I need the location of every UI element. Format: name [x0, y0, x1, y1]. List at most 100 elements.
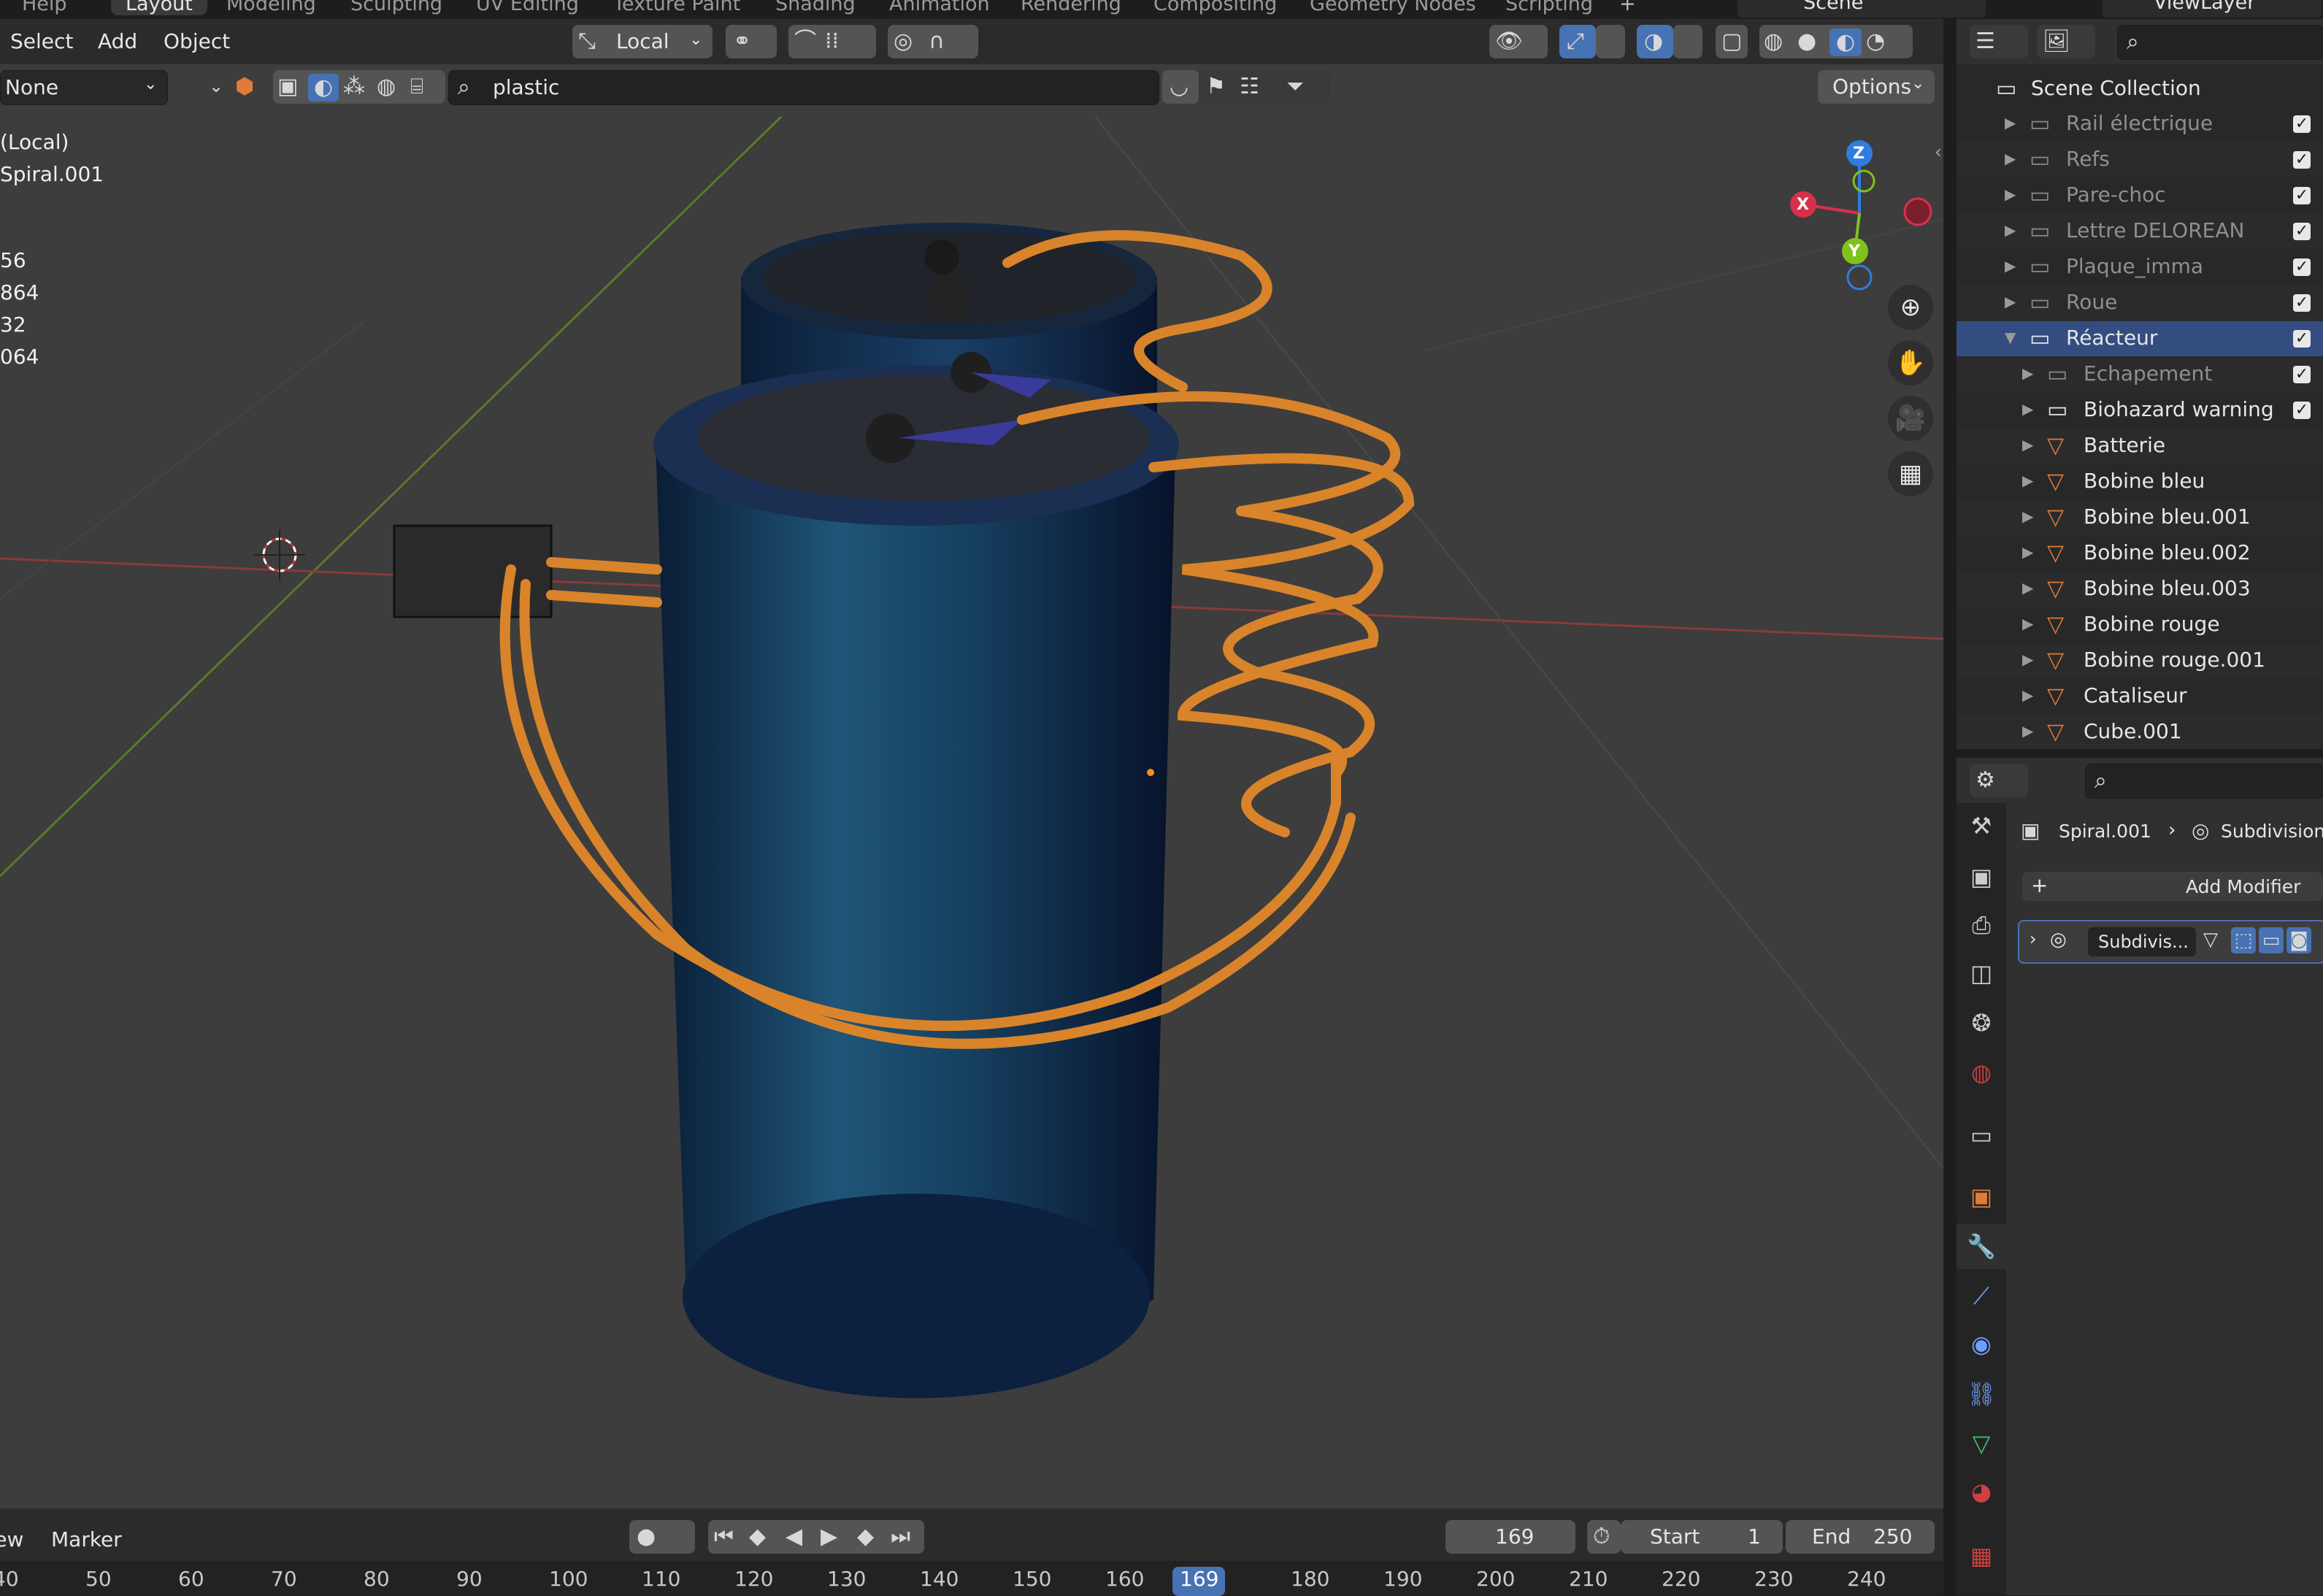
- tab-animation[interactable]: Animation: [889, 0, 990, 15]
- pan-hand-icon[interactable]: ✋: [1888, 340, 1933, 385]
- end-frame-field[interactable]: End 250: [1786, 1520, 1935, 1554]
- expand-right-icon[interactable]: ▶: [2022, 400, 2033, 418]
- overlays-dropdown[interactable]: [1673, 25, 1702, 58]
- expand-right-icon[interactable]: ▶: [2022, 651, 2033, 668]
- visibility-dropdown[interactable]: 👁: [1489, 25, 1548, 58]
- expand-right-icon[interactable]: ▶: [2005, 185, 2016, 203]
- constraints-tab-icon[interactable]: ⛓: [1957, 1371, 2006, 1416]
- material-preview-icon[interactable]: ◐: [1829, 28, 1862, 56]
- outliner-row[interactable]: ▶ ▭ Biohazard warning ✓: [1957, 393, 2323, 428]
- start-frame-field[interactable]: Start 1: [1621, 1520, 1783, 1554]
- jump-start-icon[interactable]: ⏮: [714, 1526, 734, 1548]
- outliner-row[interactable]: ▶ ▽ Batterie: [1957, 429, 2323, 464]
- outliner-row[interactable]: ▶ ▽ Bobine bleu.002: [1957, 536, 2323, 571]
- render-camera-icon[interactable]: ◙: [2286, 927, 2311, 954]
- expand-right-icon[interactable]: ▶: [2022, 579, 2033, 596]
- tab-texture-paint[interactable]: Texture Paint: [613, 0, 740, 15]
- auto-key-dropdown[interactable]: ●: [629, 1520, 695, 1554]
- expand-right-icon[interactable]: ▶: [2022, 615, 2033, 632]
- expand-right-icon[interactable]: ▶: [2005, 257, 2016, 275]
- data-tab-icon[interactable]: ▽: [1957, 1421, 2006, 1466]
- object-tab-icon[interactable]: ▣: [1957, 1174, 2006, 1219]
- wireframe-shading-icon[interactable]: ◍: [1764, 31, 1783, 53]
- particles-icon[interactable]: ⁂: [343, 76, 365, 98]
- cage-icon[interactable]: ▽: [2203, 930, 2218, 949]
- visibility-checkbox[interactable]: ✓: [2293, 115, 2311, 133]
- add-modifier-button[interactable]: + Add Modifier: [2022, 872, 2323, 901]
- filter-search-field[interactable]: ⌕ plastic: [448, 70, 1159, 105]
- chevron-right-icon[interactable]: ›: [2030, 929, 2037, 949]
- properties-search[interactable]: ⌕: [2085, 764, 2323, 799]
- gizmo-dropdown[interactable]: [1596, 25, 1625, 58]
- visibility-checkbox[interactable]: ✓: [2293, 187, 2311, 204]
- outliner-row[interactable]: ▶ ▽ Cataliseur: [1957, 679, 2323, 714]
- visibility-checkbox[interactable]: ✓: [2293, 402, 2311, 419]
- expand-right-icon[interactable]: ▶: [2005, 293, 2016, 310]
- camera-icon[interactable]: 🎥: [1888, 396, 1933, 441]
- rendered-shading-icon[interactable]: ◔: [1866, 31, 1885, 53]
- expand-right-icon[interactable]: ▶: [2005, 150, 2016, 167]
- editmode-icon[interactable]: ⬚: [2231, 927, 2256, 954]
- gizmo-toggle[interactable]: ⤢: [1559, 25, 1596, 58]
- outliner-row[interactable]: ▶ ▭ Lettre DELOREAN ✓: [1957, 214, 2323, 249]
- zoom-icon[interactable]: ⊕: [1888, 285, 1933, 330]
- menu-marker[interactable]: Marker: [51, 1527, 122, 1551]
- menu-object[interactable]: Object: [164, 29, 230, 53]
- jump-end-icon[interactable]: ⏭: [891, 1526, 910, 1548]
- scene-collection-row[interactable]: ▭ Scene Collection: [1957, 72, 2323, 107]
- visibility-checkbox[interactable]: ✓: [2293, 366, 2311, 383]
- expand-right-icon[interactable]: ▶: [2022, 472, 2033, 489]
- scene-selector[interactable]: Scene: [1738, 0, 1986, 18]
- expand-right-icon[interactable]: ▶: [2022, 722, 2033, 740]
- outliner-row[interactable]: ▶ ▽ Bobine bleu: [1957, 464, 2323, 499]
- next-keyframe-icon[interactable]: ◆: [857, 1526, 874, 1548]
- grid-perspective-icon[interactable]: ▦: [1888, 451, 1933, 496]
- outliner-row[interactable]: ▶ ▽ Cube.001: [1957, 715, 2323, 749]
- bookmark-icon[interactable]: ⚑: [1206, 76, 1226, 98]
- material-icon[interactable]: ◐: [308, 74, 339, 101]
- navigation-gizmo[interactable]: Z X Y: [1781, 136, 1942, 296]
- visibility-checkbox[interactable]: ✓: [2293, 223, 2311, 240]
- preview-range-toggle[interactable]: ⏱: [1587, 1520, 1621, 1554]
- tab-sculpting[interactable]: Sculpting: [350, 0, 442, 15]
- xray-toggle[interactable]: ▢: [1716, 25, 1748, 58]
- tab-shading[interactable]: Shading: [775, 0, 856, 15]
- outliner-search[interactable]: ⌕: [2117, 25, 2323, 60]
- editor-type-dropdown[interactable]: ⚙: [1970, 764, 2028, 797]
- texture-tab-icon[interactable]: ▦: [1957, 1533, 2006, 1578]
- modifier-name-field[interactable]: Subdivis...: [2088, 927, 2196, 956]
- proportional-edit-dropdown[interactable]: ◎ ∩: [888, 25, 978, 58]
- outliner-row[interactable]: ▶ ▭ Echapement ✓: [1957, 357, 2323, 392]
- pivot-point-dropdown[interactable]: ⚭: [726, 25, 777, 58]
- tab-modeling[interactable]: Modeling: [226, 0, 316, 15]
- modifier-panel-subdivision[interactable]: › ◎ Subdivis... ▽ ⬚ ▭ ◙: [2018, 920, 2323, 964]
- tab-help[interactable]: Help: [22, 0, 67, 15]
- chevron-down-icon[interactable]: ⌄: [209, 77, 223, 95]
- outliner-row[interactable]: ▶ ▭ Refs ✓: [1957, 142, 2323, 177]
- color-cube-icon[interactable]: ⬢: [235, 76, 254, 98]
- menu-view[interactable]: View: [0, 1527, 23, 1551]
- overlays-toggle[interactable]: ◑: [1637, 25, 1673, 58]
- editor-type-dropdown[interactable]: ☰: [1970, 25, 2028, 58]
- outliner-row[interactable]: ▶ ▭ Pare-choc ✓: [1957, 178, 2323, 213]
- outliner-row[interactable]: ▶ ▽ Bobine bleu.001: [1957, 500, 2323, 535]
- tab-layout[interactable]: Layout: [111, 0, 207, 15]
- play-icon[interactable]: ▶: [821, 1526, 837, 1548]
- tab-uv-editing[interactable]: UV Editing: [476, 0, 579, 15]
- visibility-checkbox[interactable]: ✓: [2293, 151, 2311, 169]
- modifier-tab-icon[interactable]: 🔧: [1957, 1224, 2006, 1269]
- play-reverse-icon[interactable]: ◀: [786, 1526, 802, 1548]
- expand-right-icon[interactable]: ▶: [2005, 221, 2016, 239]
- snap-dropdown[interactable]: ⌒ ⁞⁞: [788, 25, 876, 58]
- render-tab-icon[interactable]: ▣: [1957, 854, 2006, 899]
- world-tab-icon[interactable]: ◍: [1957, 1050, 2006, 1095]
- outliner-row[interactable]: ▶ ▭ Plaque_imma ✓: [1957, 250, 2323, 285]
- select-box-icon[interactable]: ▣: [277, 76, 298, 98]
- sidebar-toggle-icon[interactable]: ‹: [1935, 142, 1942, 162]
- expand-right-icon[interactable]: ▶: [2022, 364, 2033, 382]
- outliner-row[interactable]: ▶ ▽ Bobine rouge: [1957, 607, 2323, 642]
- curve-toggle[interactable]: ◡: [1162, 70, 1199, 104]
- physics-tab-icon[interactable]: ◉: [1957, 1321, 2006, 1367]
- outliner-row[interactable]: ▼ ▭ Réacteur ✓: [1957, 321, 2323, 356]
- expand-right-icon[interactable]: ▶: [2022, 543, 2033, 561]
